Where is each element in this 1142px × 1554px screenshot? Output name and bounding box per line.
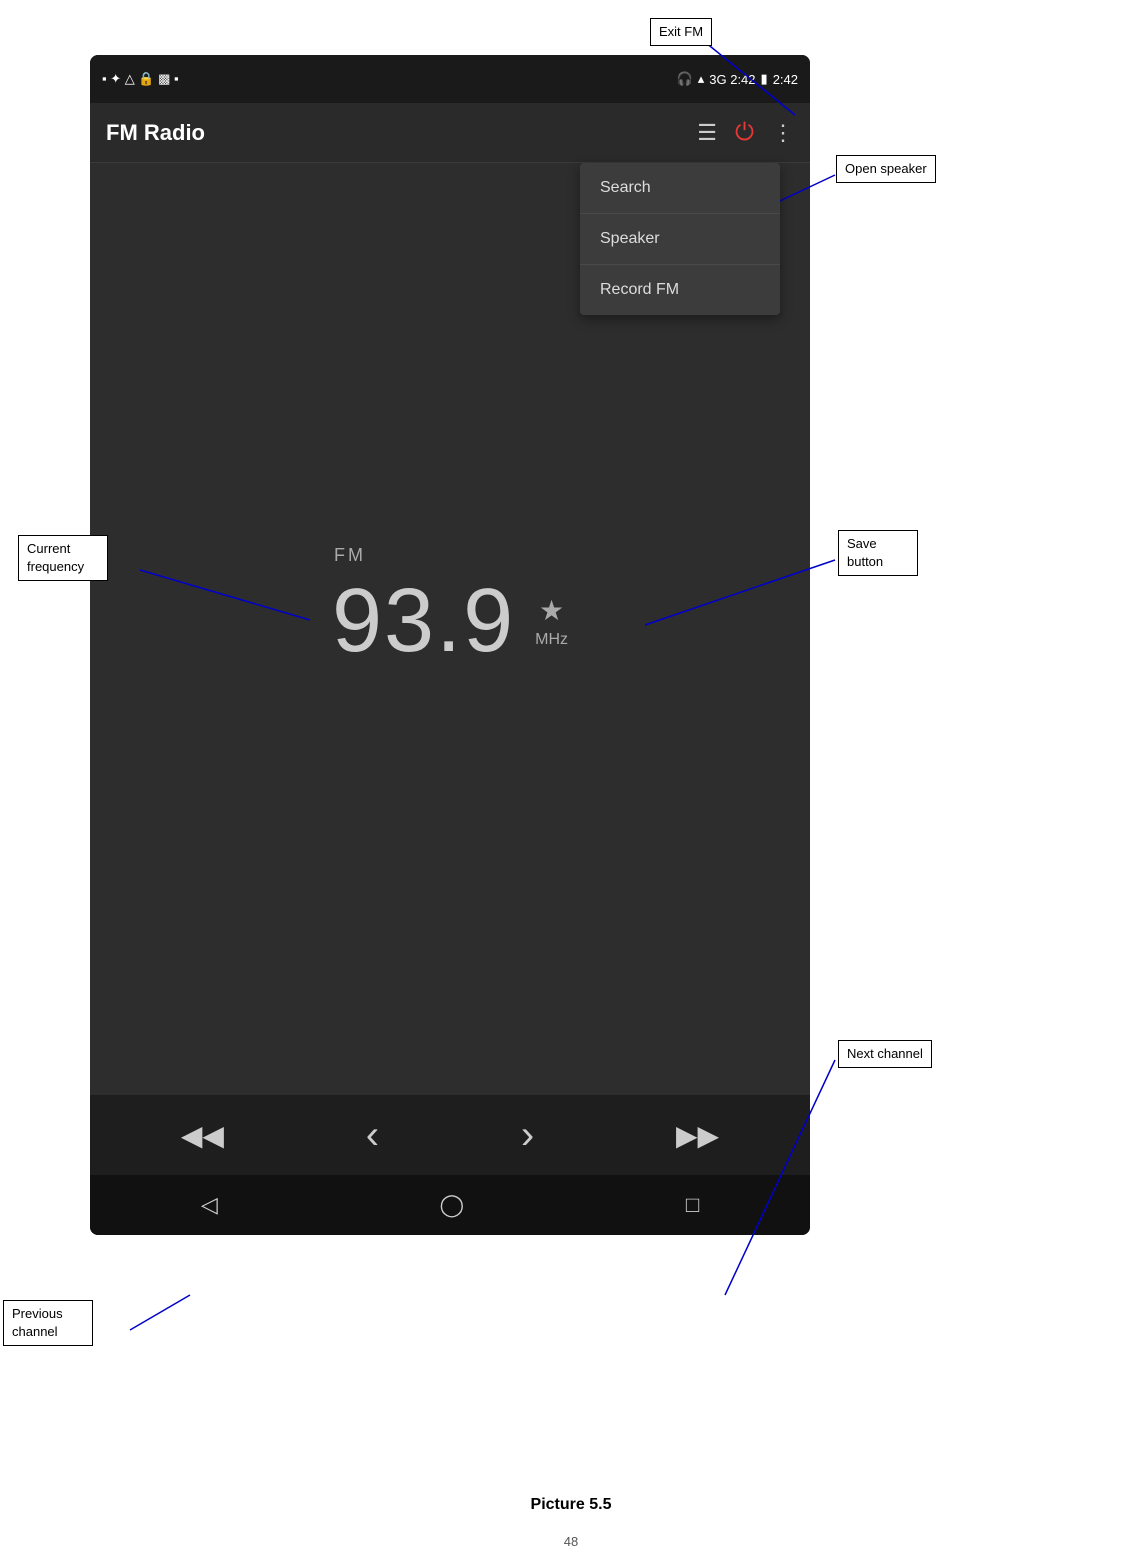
- phone-frame: ▪ ✦ △ 🔒 ▩ ▪ 🎧 ▴ 3G 2:42 ▮ 2:42 FM Radio …: [90, 55, 810, 1235]
- fm-label: FM: [334, 545, 366, 566]
- exit-fm-annotation: Exit FM: [650, 18, 712, 46]
- home-nav-button[interactable]: ◯: [440, 1192, 465, 1218]
- app-title: FM Radio: [106, 120, 205, 146]
- back-nav-button[interactable]: ◁: [201, 1192, 218, 1218]
- next-channel-annotation: Next channel: [838, 1040, 932, 1068]
- status-left-icons: ▪ ✦ △ 🔒 ▩ ▪: [102, 71, 179, 87]
- menu-item-search[interactable]: Search: [580, 163, 780, 214]
- recents-nav-button[interactable]: □: [686, 1192, 699, 1218]
- power-button[interactable]: ⏻: [735, 119, 754, 147]
- caption: Picture 5.5: [531, 1496, 612, 1514]
- favorite-star-icon[interactable]: ★: [539, 594, 564, 627]
- time-label: 2:42: [773, 72, 798, 87]
- star-mhz-group: ★ MHz: [535, 594, 568, 649]
- status-bar: ▪ ✦ △ 🔒 ▩ ▪ 🎧 ▴ 3G 2:42 ▮ 2:42: [90, 55, 810, 103]
- frequency-area: FM 93.9 ★ MHz: [332, 545, 568, 673]
- save-button-annotation: Save button: [838, 530, 918, 576]
- signal-icon: ▴: [698, 71, 705, 87]
- more-options-icon[interactable]: ⋮: [772, 120, 794, 146]
- menu-item-record-fm[interactable]: Record FM: [580, 265, 780, 315]
- dropdown-menu: Search Speaker Record FM: [580, 163, 780, 315]
- frequency-row: 93.9 ★ MHz: [332, 570, 568, 673]
- app-bar: FM Radio ☰ ⏻ ⋮: [90, 103, 810, 163]
- open-speaker-annotation: Open speaker: [836, 155, 936, 183]
- frequency-value: 93.9: [332, 570, 515, 673]
- previous-channel-button[interactable]: ‹: [358, 1105, 387, 1166]
- battery-icon: ▮: [761, 71, 768, 87]
- current-frequency-annotation: Current frequency: [18, 535, 108, 581]
- page-number: 48: [564, 1534, 578, 1549]
- mhz-label: MHz: [535, 631, 568, 649]
- network-label: 3G 2:42: [709, 72, 755, 87]
- menu-list-icon[interactable]: ☰: [697, 120, 717, 146]
- app-bar-actions: ☰ ⏻ ⋮: [697, 119, 794, 147]
- headphone-icon: 🎧: [677, 71, 693, 87]
- menu-item-speaker[interactable]: Speaker: [580, 214, 780, 265]
- next-channel-skip-button[interactable]: ▶▶: [668, 1111, 727, 1160]
- previous-channel-skip-button[interactable]: ◀◀: [173, 1111, 232, 1160]
- controls-bar: ◀◀ ‹ › ▶▶: [90, 1095, 810, 1175]
- next-channel-button[interactable]: ›: [513, 1105, 542, 1166]
- status-right: 🎧 ▴ 3G 2:42 ▮ 2:42: [677, 71, 798, 87]
- previous-channel-annotation: Previous channel: [3, 1300, 93, 1346]
- nav-bar: ◁ ◯ □: [90, 1175, 810, 1235]
